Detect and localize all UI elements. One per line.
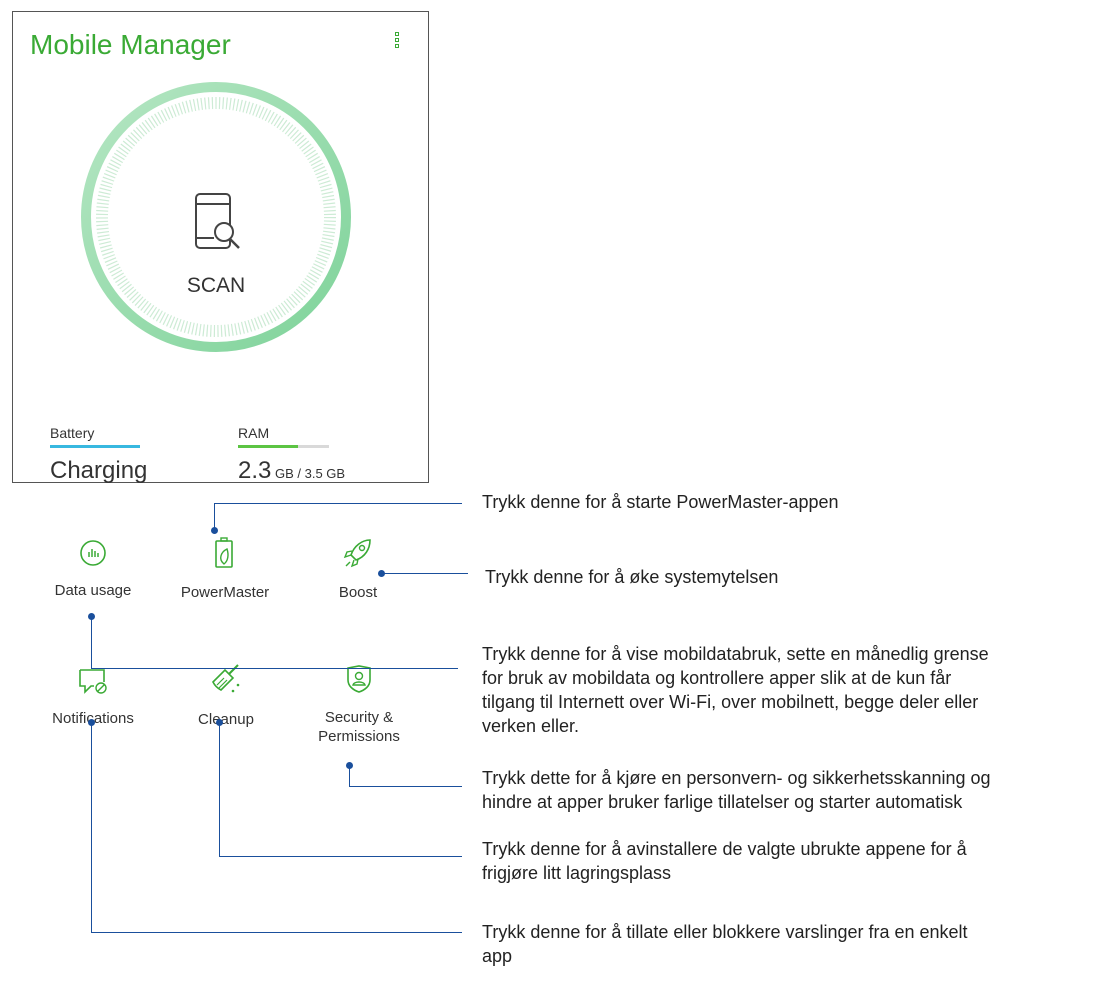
tile-label-line2: Permissions xyxy=(318,728,400,745)
annotation-security: Trykk dette for å kjøre en personvern- o… xyxy=(482,766,1114,814)
battery-label: Battery xyxy=(50,425,95,441)
annotation-line: verken eller. xyxy=(482,716,580,736)
annotation-line: hindre at apper bruker farlige tillatels… xyxy=(482,792,963,812)
annotation-line: frigjøre litt lagringsplass xyxy=(482,863,672,883)
tile-data-usage[interactable]: Data usage xyxy=(33,539,153,600)
phone-search-icon xyxy=(195,193,240,249)
scan-dial: SCAN xyxy=(79,80,353,354)
leader-line xyxy=(349,765,350,787)
annotation-line: Trykk denne for å vise mobildatabruk, se… xyxy=(482,644,989,664)
ram-bar-fill xyxy=(238,445,298,448)
battery-bar xyxy=(50,445,140,448)
leader-line xyxy=(91,668,458,669)
tile-label: Security & xyxy=(324,709,394,726)
leader-line xyxy=(214,503,462,504)
annotation-cleanup: Trykk denne for å avinstallere de valgte… xyxy=(482,837,1114,885)
tile-security-permissions[interactable]: Security & Permissions xyxy=(299,664,419,746)
battery-leaf-icon xyxy=(215,537,233,568)
ram-unit: GB / 3.5 GB xyxy=(271,466,346,481)
callout-dot xyxy=(211,527,218,534)
ram-label: RAM xyxy=(238,425,270,441)
leader-line xyxy=(91,932,462,933)
notifications-icon xyxy=(79,669,107,694)
leader-line xyxy=(91,616,92,669)
tile-label: Boost xyxy=(338,584,378,601)
overflow-menu-icon[interactable] xyxy=(393,32,401,58)
leader-line xyxy=(382,573,468,574)
rocket-icon xyxy=(343,539,371,568)
leader-line xyxy=(349,786,462,787)
tile-cleanup[interactable]: Cleanup xyxy=(166,664,286,729)
tile-label: Cleanup xyxy=(198,711,254,728)
annotation-data-usage: Trykk denne for å vise mobildatabruk, se… xyxy=(482,642,1112,738)
tile-label: PowerMaster xyxy=(180,584,270,601)
leader-line xyxy=(91,722,92,933)
annotation-boost: Trykk denne for å øke systemytelsen xyxy=(485,567,779,587)
annotation-line: Trykk denne for å tillate eller blokkere… xyxy=(482,922,968,942)
leader-line xyxy=(214,503,215,530)
tile-powermaster[interactable]: PowerMaster xyxy=(165,537,285,602)
app-title: Mobile Manager xyxy=(30,29,231,60)
annotation-line: tilgang til Internett over Wi-Fi, over m… xyxy=(482,692,979,712)
ram-value: 2.3 GB / 3.5 GB xyxy=(238,457,345,485)
annotation-line: for bruk av mobildata og kontrollere app… xyxy=(482,668,952,688)
tile-boost[interactable]: Boost xyxy=(298,537,418,602)
annotation-powermaster: Trykk denne for å starte PowerMaster-app… xyxy=(482,492,839,512)
battery-value: Charging xyxy=(50,457,148,484)
scan-label: SCAN xyxy=(186,274,246,297)
ram-bar xyxy=(238,445,329,448)
leader-line xyxy=(219,856,462,857)
annotation-line: app xyxy=(482,946,513,966)
annotation-line: Trykk dette for å kjøre en personvern- o… xyxy=(482,768,991,788)
tile-label: Data usage xyxy=(54,582,132,599)
mobile-manager-screen: Mobile Manager SCAN Battery Charging RAM xyxy=(12,11,429,745)
ram-used: 2.3 xyxy=(238,457,272,484)
leader-line xyxy=(219,722,220,857)
annotation-line: Trykk denne for å avinstallere de valgte… xyxy=(482,839,967,859)
annotation-notifications: Trykk denne for å tillate eller blokkere… xyxy=(482,920,1114,968)
data-usage-icon xyxy=(80,540,106,566)
